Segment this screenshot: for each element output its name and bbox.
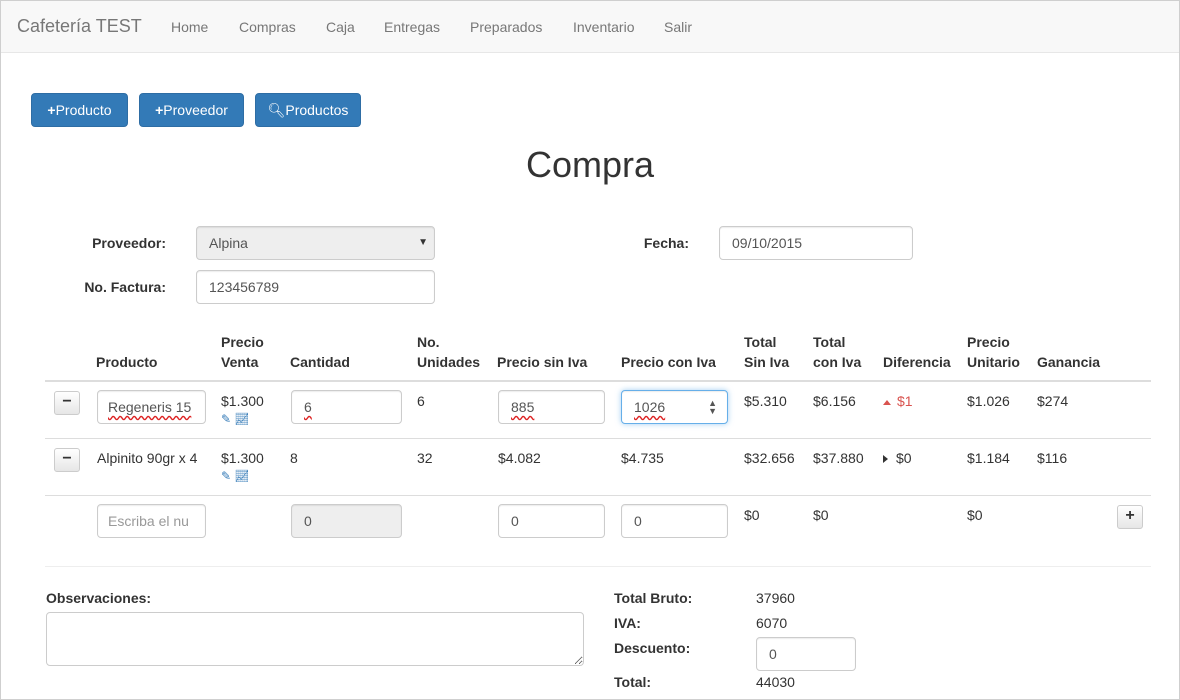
precio-venta: $1.300 (221, 393, 264, 409)
plus-icon: + (47, 102, 56, 118)
search-icon: 🔍︎ (267, 102, 286, 118)
page-title: Compra (525, 144, 655, 185)
th-precio-sin-iva: Precio sin Iva (497, 354, 588, 370)
new-total-sin-iva: $0 (744, 507, 760, 523)
search-products-label: Productos (285, 102, 349, 118)
new-cantidad-input: 0 (291, 504, 402, 538)
fecha-label: Fecha: (643, 235, 689, 251)
nav-preparados[interactable]: Preparados (470, 19, 542, 35)
new-precio-sin-iva-input[interactable]: 0 (498, 504, 605, 538)
total-con-iva: $6.156 (813, 393, 856, 409)
add-supplier-label: Proveedor (163, 102, 228, 118)
table-header-divider (45, 380, 1151, 382)
nav-caja[interactable]: Caja (326, 19, 355, 35)
chart-line-icon[interactable]: 📈︎ (234, 469, 249, 483)
diferencia: $1 (883, 393, 913, 409)
precio-con-iva: $4.735 (621, 450, 664, 466)
ganancia: $116 (1037, 450, 1068, 466)
chevron-down-icon: ▼ (418, 237, 428, 248)
remove-row-button[interactable]: − (54, 448, 80, 472)
factura-input[interactable]: 123456789 (196, 270, 435, 304)
th-total-con-iva: Total con Iva (813, 334, 862, 370)
th-unidades: No. Unidades (417, 334, 481, 370)
observaciones-textarea[interactable] (46, 612, 584, 666)
total-sin-iva: $5.310 (744, 393, 787, 409)
pencil-icon[interactable]: ✎ (221, 469, 231, 483)
row-divider (45, 438, 1151, 439)
total-value: 44030 (756, 674, 795, 690)
new-producto-input[interactable]: Escriba el nu (97, 504, 206, 538)
new-total-con-iva: $0 (813, 507, 829, 523)
total-label: Total: (614, 674, 652, 690)
nav-home[interactable]: Home (171, 19, 208, 35)
diferencia: $0 (883, 450, 912, 466)
section-divider (45, 566, 1151, 567)
th-precio-venta: Precio Venta (221, 334, 264, 370)
remove-row-button[interactable]: − (54, 391, 80, 415)
precio-venta: $1.300 (221, 450, 264, 466)
iva-value: 6070 (756, 615, 788, 631)
total-bruto-value: 37960 (756, 590, 795, 606)
spinner-icon[interactable]: ▲ ▼ (708, 399, 717, 416)
precio-sin-iva: $4.082 (498, 450, 541, 466)
th-precio-con-iva: Precio con Iva (621, 354, 716, 370)
proveedor-label: Proveedor: (92, 235, 166, 251)
proveedor-select[interactable]: Alpina ▼ (196, 226, 435, 260)
total-sin-iva: $32.656 (744, 450, 795, 466)
nav-compras[interactable]: Compras (239, 19, 296, 35)
new-precio-unitario: $0 (967, 507, 983, 523)
row-divider (45, 495, 1151, 496)
new-precio-con-iva-input[interactable]: 0 (621, 504, 728, 538)
th-ganancia: Ganancia (1037, 354, 1101, 370)
total-bruto-label: Total Bruto: (614, 590, 693, 606)
chart-line-icon[interactable]: 📈︎ (234, 412, 249, 426)
cantidad: 8 (290, 450, 298, 466)
precio-unitario: $1.026 (967, 393, 1010, 409)
precio-unitario: $1.184 (967, 450, 1010, 466)
th-diferencia: Diferencia (883, 354, 951, 370)
descuento-input[interactable]: 0 (756, 637, 856, 671)
add-product-label: Producto (55, 102, 112, 118)
th-precio-unitario: Precio Unitario (967, 334, 1020, 370)
search-products-button[interactable]: 🔍︎Productos (255, 93, 361, 127)
th-cantidad: Cantidad (290, 354, 350, 370)
caret-right-icon (883, 455, 888, 464)
th-producto: Producto (96, 354, 158, 370)
proveedor-value: Alpina (209, 235, 248, 251)
precio-con-iva-input[interactable]: 1026 ▲ ▼ (621, 390, 728, 424)
th-total-sin-iva: Total Sin Iva (744, 334, 790, 370)
ganancia: $274 (1037, 393, 1069, 409)
nav-inventario[interactable]: Inventario (573, 19, 634, 35)
navbar-brand[interactable]: Cafetería TEST (17, 16, 142, 37)
descuento-label: Descuento: (614, 640, 691, 656)
observaciones-label: Observaciones: (46, 590, 152, 606)
iva-label: IVA: (614, 615, 641, 631)
factura-label: No. Factura: (84, 279, 166, 295)
navbar: Cafetería TEST Home Compras Caja Entrega… (1, 1, 1179, 53)
cantidad-input[interactable]: 6 (291, 390, 402, 424)
unidades: 32 (417, 450, 433, 466)
nav-salir[interactable]: Salir (664, 19, 692, 35)
add-product-button[interactable]: +Producto (31, 93, 128, 127)
plus-icon: + (1125, 507, 1135, 524)
producto-input[interactable]: Regeneris 15 (97, 390, 206, 424)
precio-sin-iva-input[interactable]: 885 (498, 390, 605, 424)
add-supplier-button[interactable]: +Proveedor (139, 93, 244, 127)
caret-up-icon (883, 399, 891, 405)
total-con-iva: $37.880 (813, 450, 864, 466)
pencil-icon[interactable]: ✎ (221, 412, 231, 426)
fecha-input[interactable]: 09/10/2015 (719, 226, 913, 260)
nav-entregas[interactable]: Entregas (384, 19, 440, 35)
unidades: 6 (417, 393, 425, 409)
add-row-button[interactable]: + (1117, 505, 1143, 529)
producto: Alpinito 90gr x 4 (97, 450, 198, 466)
